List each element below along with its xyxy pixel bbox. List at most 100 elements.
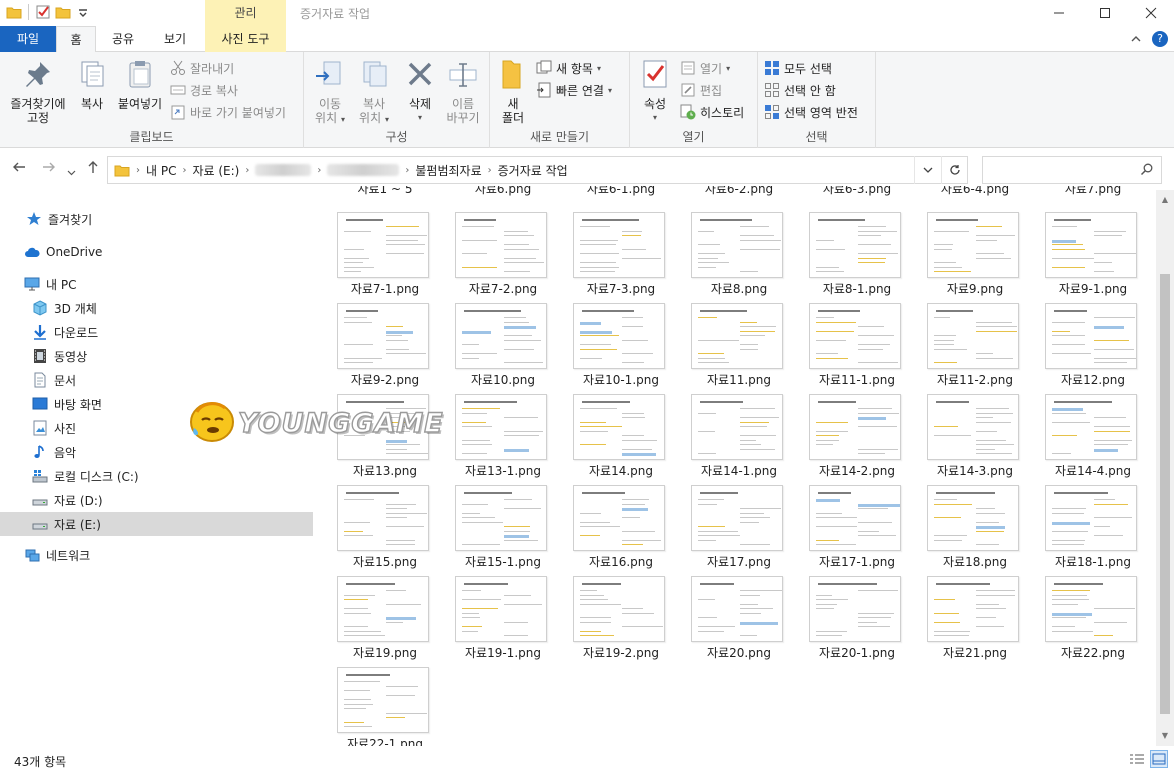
copy-path-button[interactable]: 경로 복사 — [170, 80, 238, 100]
vertical-scrollbar[interactable]: ▲ ▼ — [1156, 190, 1174, 746]
nav-drive-d[interactable]: 자료 (D:) — [0, 488, 313, 512]
address-bar[interactable]: › 내 PC › 자료 (E:) › › › 불펌범죄자료 › 증거자료 작업 — [107, 156, 968, 184]
new-folder-icon[interactable] — [55, 4, 71, 20]
nav-documents[interactable]: 문서 — [0, 368, 313, 392]
tab-home[interactable]: 홈 — [56, 26, 96, 53]
breadcrumb-current-folder[interactable]: 증거자료 작업 — [498, 162, 568, 179]
tab-file[interactable]: 파일 — [0, 26, 56, 52]
minimize-button[interactable] — [1036, 0, 1082, 26]
file-tile[interactable]: 자료14-2.png — [792, 372, 904, 478]
file-tile[interactable]: 자료9-2.png — [320, 281, 432, 387]
file-list-view[interactable]: 자료1 ~ 5 자료6.png 자료6-1.png 자료6-2.png 자료6-3.pn… — [320, 186, 1156, 746]
address-history-button[interactable] — [914, 156, 941, 184]
file-tile[interactable]: 자료8.png — [674, 190, 786, 296]
large-icons-view-button[interactable] — [1150, 750, 1168, 768]
file-tile[interactable]: 자료16.png — [556, 463, 668, 569]
open-button[interactable]: 열기 ▾ — [680, 58, 730, 78]
scroll-down-icon[interactable]: ▼ — [1156, 728, 1174, 744]
maximize-button[interactable] — [1082, 0, 1128, 26]
nav-drive-e[interactable]: 자료 (E:) — [0, 512, 313, 536]
file-tile[interactable]: 자료18-1.png — [1028, 463, 1140, 569]
back-button[interactable] — [12, 160, 26, 178]
file-tile[interactable]: 자료11.png — [674, 281, 786, 387]
file-tile[interactable]: 자료15-1.png — [438, 463, 550, 569]
forward-button[interactable] — [42, 160, 56, 178]
properties-icon[interactable] — [35, 4, 51, 20]
select-all-button[interactable]: 모두 선택 — [764, 58, 832, 78]
file-tile[interactable]: 자료8-1.png — [792, 190, 904, 296]
file-tile[interactable]: 자료14-1.png — [674, 372, 786, 478]
file-tile[interactable]: 자료11-1.png — [792, 281, 904, 387]
move-to-button[interactable]: 이동 위치 ▾ — [308, 58, 352, 127]
file-tile[interactable]: 자료9-1.png — [1028, 190, 1140, 296]
breadcrumb-evidence-root[interactable]: 불펌범죄자료 — [415, 162, 481, 179]
file-tile[interactable]: 자료18.png — [910, 463, 1022, 569]
file-tile[interactable]: 자료19-2.png — [556, 554, 668, 660]
nav-local-disk-c[interactable]: 로컬 디스크 (C:) — [0, 464, 313, 488]
file-tile[interactable]: 자료14-4.png — [1028, 372, 1140, 478]
paste-shortcut-button[interactable]: 바로 가기 붙여넣기 — [170, 102, 286, 122]
tab-share[interactable]: 공유 — [100, 26, 146, 52]
copy-to-button[interactable]: 복사 위치 ▾ — [352, 58, 396, 127]
file-tile[interactable]: 자료19-1.png — [438, 554, 550, 660]
select-none-button[interactable]: 선택 안 함 — [764, 80, 836, 100]
file-tile[interactable]: 자료20-1.png — [792, 554, 904, 660]
file-tile[interactable]: 자료7-2.png — [438, 190, 550, 296]
cut-button[interactable]: 잘라내기 — [170, 58, 234, 78]
file-tile[interactable]: 자료9.png — [910, 190, 1022, 296]
tab-photo-tools[interactable]: 사진 도구 — [205, 26, 286, 52]
search-input[interactable] — [983, 157, 1133, 183]
file-tile[interactable]: 자료7-3.png — [556, 190, 668, 296]
help-icon[interactable]: ? — [1152, 31, 1168, 47]
file-tile[interactable]: 자료22-1.png — [320, 645, 432, 746]
file-tile[interactable]: 자료22.png — [1028, 554, 1140, 660]
nav-videos[interactable]: 동영상 — [0, 344, 313, 368]
file-tile[interactable]: 자료17.png — [674, 463, 786, 569]
file-tile[interactable]: 자료11-2.png — [910, 281, 1022, 387]
file-tile[interactable]: 자료7-1.png — [320, 190, 432, 296]
collapse-ribbon-icon[interactable] — [1130, 33, 1142, 45]
new-folder-button[interactable]: 새 폴더 — [496, 58, 530, 125]
file-tile[interactable]: 자료15.png — [320, 463, 432, 569]
scrollbar-thumb[interactable] — [1160, 274, 1170, 714]
nav-onedrive[interactable]: OneDrive — [0, 240, 313, 264]
history-button[interactable]: 히스토리 — [680, 102, 744, 122]
rename-button[interactable]: 이름 바꾸기 — [440, 58, 486, 125]
new-item-button[interactable]: 새 항목 ▾ — [536, 58, 601, 78]
nav-3d-objects[interactable]: 3D 개체 — [0, 296, 313, 320]
file-tile[interactable]: 자료14-3.png — [910, 372, 1022, 478]
pin-to-quick-access-button[interactable]: 즐겨찾기에 고정 — [6, 58, 70, 125]
recent-locations-button[interactable] — [67, 163, 76, 181]
breadcrumb-this-pc[interactable]: 내 PC — [146, 162, 176, 179]
paste-button[interactable]: 붙여넣기 — [112, 58, 168, 111]
refresh-button[interactable] — [941, 156, 968, 184]
scroll-up-icon[interactable]: ▲ — [1156, 192, 1174, 208]
up-button[interactable] — [86, 160, 100, 178]
breadcrumb-drive-e[interactable]: 자료 (E:) — [192, 162, 239, 179]
file-tile[interactable]: 자료21.png — [910, 554, 1022, 660]
close-button[interactable] — [1128, 0, 1174, 26]
copy-button[interactable]: 복사 — [72, 58, 112, 111]
file-tile[interactable]: 자료17-1.png — [792, 463, 904, 569]
qat-customize-icon[interactable] — [75, 4, 91, 20]
nav-network[interactable]: 네트워크 — [0, 543, 313, 567]
properties-button[interactable]: 속성 ▾ — [636, 58, 674, 125]
file-tile[interactable]: 자료14.png — [556, 372, 668, 478]
breadcrumb-blurred-segment[interactable] — [327, 164, 400, 176]
invert-selection-button[interactable]: 선택 영역 반전 — [764, 102, 858, 122]
edit-button[interactable]: 편집 — [680, 80, 722, 100]
nav-quick-access[interactable]: 즐겨찾기 — [0, 207, 313, 231]
nav-downloads[interactable]: 다운로드 — [0, 320, 313, 344]
file-tile[interactable]: 자료10-1.png — [556, 281, 668, 387]
nav-this-pc[interactable]: 내 PC — [0, 272, 313, 296]
delete-button[interactable]: 삭제 ▾ — [400, 58, 440, 125]
breadcrumb-blurred-segment[interactable] — [255, 164, 312, 176]
file-tile[interactable]: 자료19.png — [320, 554, 432, 660]
file-tile[interactable]: 자료20.png — [674, 554, 786, 660]
file-tile[interactable]: 자료10.png — [438, 281, 550, 387]
file-tile[interactable]: 자료12.png — [1028, 281, 1140, 387]
details-view-button[interactable] — [1128, 750, 1146, 768]
easy-access-button[interactable]: 빠른 연결 ▾ — [536, 80, 612, 100]
tab-view[interactable]: 보기 — [150, 26, 200, 52]
search-box[interactable] — [982, 156, 1162, 184]
